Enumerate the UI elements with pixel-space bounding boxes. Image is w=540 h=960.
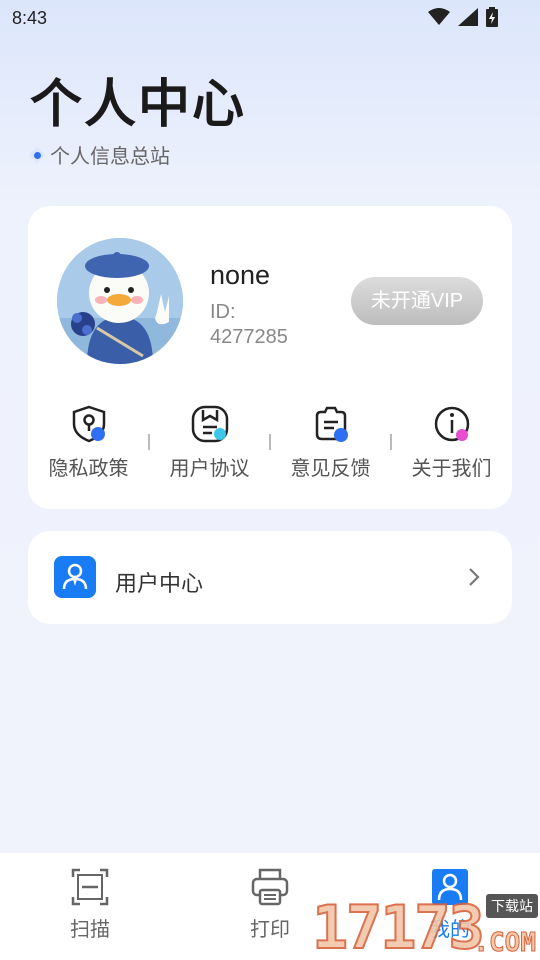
shortcut-label: 用户协议 bbox=[169, 458, 250, 480]
divider bbox=[269, 434, 271, 450]
feedback-icon bbox=[315, 406, 348, 442]
shortcut-user-agreement[interactable]: 用户协议 bbox=[149, 404, 270, 494]
user-icon bbox=[54, 556, 96, 598]
watermark-tag: 下载站 bbox=[486, 894, 538, 918]
watermark-number: 17173 bbox=[311, 893, 486, 960]
info-icon bbox=[434, 406, 469, 442]
user-id-text: ID: 4277285 bbox=[210, 301, 288, 348]
vip-button[interactable]: 未开通VIP bbox=[351, 277, 483, 325]
shortcut-label: 意见反馈 bbox=[290, 458, 371, 480]
page-subtitle: 个人信息总站 bbox=[28, 140, 170, 169]
nav-label: 打印 bbox=[250, 919, 290, 941]
avatar[interactable] bbox=[57, 238, 183, 364]
user-center-label: 用户中心 bbox=[115, 571, 204, 596]
status-icons bbox=[428, 7, 498, 27]
battery-icon bbox=[486, 7, 498, 27]
divider bbox=[390, 434, 392, 450]
nav-scan[interactable]: 扫描 bbox=[0, 853, 180, 960]
printer-icon bbox=[251, 868, 289, 906]
watermark: 17173 下载站 .COM bbox=[311, 893, 540, 960]
user-center-row[interactable]: 用户中心 bbox=[28, 531, 512, 624]
profile-card: none ID: 4277285 未开通VIP 隐私政策 用户协议 意见反馈 关… bbox=[28, 206, 512, 509]
shortcut-row: 隐私政策 用户协议 意见反馈 关于我们 bbox=[28, 404, 512, 494]
signal-icon bbox=[458, 8, 478, 26]
duck-avatar-image bbox=[57, 238, 183, 364]
shortcut-label: 关于我们 bbox=[411, 458, 492, 480]
divider bbox=[148, 434, 150, 450]
shortcut-feedback[interactable]: 意见反馈 bbox=[270, 404, 391, 494]
page-title: 个人中心 bbox=[30, 75, 247, 135]
scan-icon bbox=[71, 868, 109, 906]
user-id: ID: 4277285 bbox=[210, 300, 330, 350]
subtitle-text: 个人信息总站 bbox=[50, 146, 170, 168]
shortcut-about-us[interactable]: 关于我们 bbox=[391, 404, 512, 494]
nav-label: 扫描 bbox=[70, 919, 110, 941]
shield-icon bbox=[72, 405, 105, 443]
wifi-icon bbox=[428, 8, 450, 25]
shortcut-privacy-policy[interactable]: 隐私政策 bbox=[28, 404, 149, 494]
watermark-suffix: .COM bbox=[473, 928, 537, 959]
chevron-right-icon bbox=[469, 568, 480, 586]
diamond-dot-icon bbox=[28, 146, 46, 164]
document-icon bbox=[191, 405, 228, 443]
shortcut-label: 隐私政策 bbox=[48, 458, 129, 480]
status-bar: 8:43 bbox=[0, 0, 540, 36]
status-time: 8:43 bbox=[12, 8, 48, 28]
username: none bbox=[210, 260, 271, 290]
